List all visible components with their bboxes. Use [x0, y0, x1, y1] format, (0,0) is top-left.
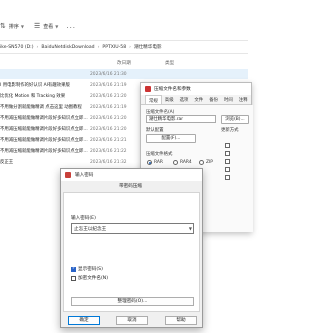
cancel-button[interactable]: 取消	[116, 316, 148, 325]
update-mode-label: 更新方式	[221, 128, 239, 133]
dialog-title: 输入密码	[75, 173, 94, 178]
file-date: 2023/6/16 21:30	[90, 71, 127, 77]
chevron-right-icon: ›	[97, 44, 100, 50]
password-panel: 输入密码(E) 止怎王以纪念王 ▼ 显示密码(S) 加密文件名(N) 整理密码(…	[63, 192, 200, 312]
format-zip-label: ZIP	[206, 160, 213, 165]
tab-comment[interactable]: 注释	[236, 95, 251, 104]
option-checkbox[interactable]	[225, 151, 230, 156]
config-button[interactable]: 配置(F)...	[146, 134, 196, 143]
file-date: 2023/6/16 21:22	[90, 148, 127, 154]
chevron-down-icon[interactable]: ▼	[189, 226, 192, 231]
winrar-icon	[65, 172, 71, 178]
tab-files[interactable]: 文件	[191, 95, 206, 104]
archive-name-field[interactable]: 潮仕精华电影.rar	[146, 115, 216, 123]
view-icon: ☰	[33, 22, 41, 30]
organize-passwords-button[interactable]: 整理密码(O)...	[71, 297, 194, 306]
encrypt-names-label: 加密文件名(N)	[78, 276, 108, 281]
dialog-titlebar: 压缩文件名和参数	[141, 83, 251, 95]
file-date: 2023/6/16 21:20	[90, 115, 127, 121]
column-header-date[interactable]: 改日期	[117, 60, 131, 66]
default-config-label: 默认配置	[146, 128, 164, 133]
explorer-toolbar: ⇅ 排序 ▼ ☰ 查看 ▼ ...	[0, 14, 248, 38]
file-date: 2023/6/16 21:21	[90, 137, 127, 143]
view-label: 查看	[43, 23, 54, 30]
format-zip-radio[interactable]	[199, 160, 204, 165]
password-dialog: 输入密码 带密码压缩 输入密码(E) 止怎王以纪念王 ▼ 显示密码(S) 加密文…	[60, 168, 203, 328]
view-menu[interactable]: ☰ 查看 ▼	[34, 22, 58, 30]
sort-label: 排序	[8, 23, 19, 30]
breadcrumb-folder[interactable]: BaiduNetdiskDownload	[41, 45, 94, 50]
password-input[interactable]: 止怎王以纪念王 ▼	[71, 223, 194, 234]
show-password-option[interactable]: 显示密码(S)	[71, 266, 103, 272]
winrar-icon	[145, 86, 151, 92]
option-checkbox[interactable]	[225, 143, 230, 148]
address-bar[interactable]: ike-SN570 (D:) › BaiduNetdiskDownload › …	[0, 40, 248, 54]
format-rar4-radio[interactable]	[173, 160, 178, 165]
breadcrumb-folder[interactable]: 潮仕精华电影	[134, 44, 162, 50]
file-date: 2023/6/16 21:19	[90, 82, 127, 88]
column-header-type[interactable]: 类型	[165, 60, 174, 66]
file-date: 2023/6/16 21:20	[90, 126, 127, 132]
tab-time[interactable]: 时间	[221, 95, 236, 104]
dialog-tabs: 常规 高级 选项 文件 备份 时间 注释	[141, 95, 251, 105]
file-date: 2023/6/16 21:19	[90, 104, 127, 110]
encrypt-names-checkbox[interactable]	[71, 275, 76, 281]
show-password-label: 显示密码(S)	[78, 267, 103, 272]
browse-button[interactable]: 浏览(B)...	[221, 115, 249, 124]
format-rar4-label: RAR4	[180, 160, 192, 165]
chevron-right-icon: ›	[36, 44, 39, 50]
help-button[interactable]: 帮助	[165, 316, 197, 325]
sort-menu[interactable]: ⇅ 排序 ▼	[0, 22, 24, 30]
breadcrumb-drive[interactable]: ike-SN570 (D:)	[0, 45, 34, 50]
file-date: 2023/6/16 21:20	[90, 93, 127, 99]
format-rar-radio[interactable]	[147, 160, 152, 165]
file-date: 2023/6/16 21:32	[90, 159, 127, 165]
ok-button[interactable]: 确定	[68, 316, 100, 325]
encrypt-names-option[interactable]: 加密文件名(N)	[71, 275, 108, 281]
tab-advanced[interactable]: 高级	[162, 95, 177, 104]
dialog-tab-row: 带密码压缩	[61, 181, 202, 192]
chevron-down-icon: ▼	[55, 23, 59, 29]
tab-backup[interactable]: 备份	[206, 95, 221, 104]
chevron-right-icon: ›	[129, 44, 131, 50]
dialog-titlebar: 输入密码	[61, 169, 202, 181]
format-rar-label: RAR	[154, 160, 163, 165]
dialog-title: 压缩文件名和参数	[154, 87, 191, 92]
tab-general[interactable]: 常规	[145, 95, 162, 104]
tab-password-compress[interactable]: 带密码压缩	[119, 183, 142, 189]
option-checkbox[interactable]	[225, 159, 230, 164]
format-label: 压缩文件格式	[146, 152, 173, 157]
chevron-down-icon: ▼	[20, 23, 24, 29]
more-options-button[interactable]: ...	[66, 22, 76, 30]
option-checkbox[interactable]	[225, 175, 230, 180]
file-row[interactable]: 2023/6/16 21:30	[0, 69, 248, 79]
password-value: 止怎王以纪念王	[74, 226, 107, 232]
tab-options[interactable]: 选项	[177, 95, 192, 104]
show-password-checkbox[interactable]	[71, 266, 76, 272]
breadcrumb-folder[interactable]: PPTXIU-58	[102, 45, 126, 50]
password-label: 输入密码(E)	[71, 216, 96, 221]
option-checkbox[interactable]	[225, 167, 230, 172]
sort-icon: ⇅	[0, 22, 6, 30]
